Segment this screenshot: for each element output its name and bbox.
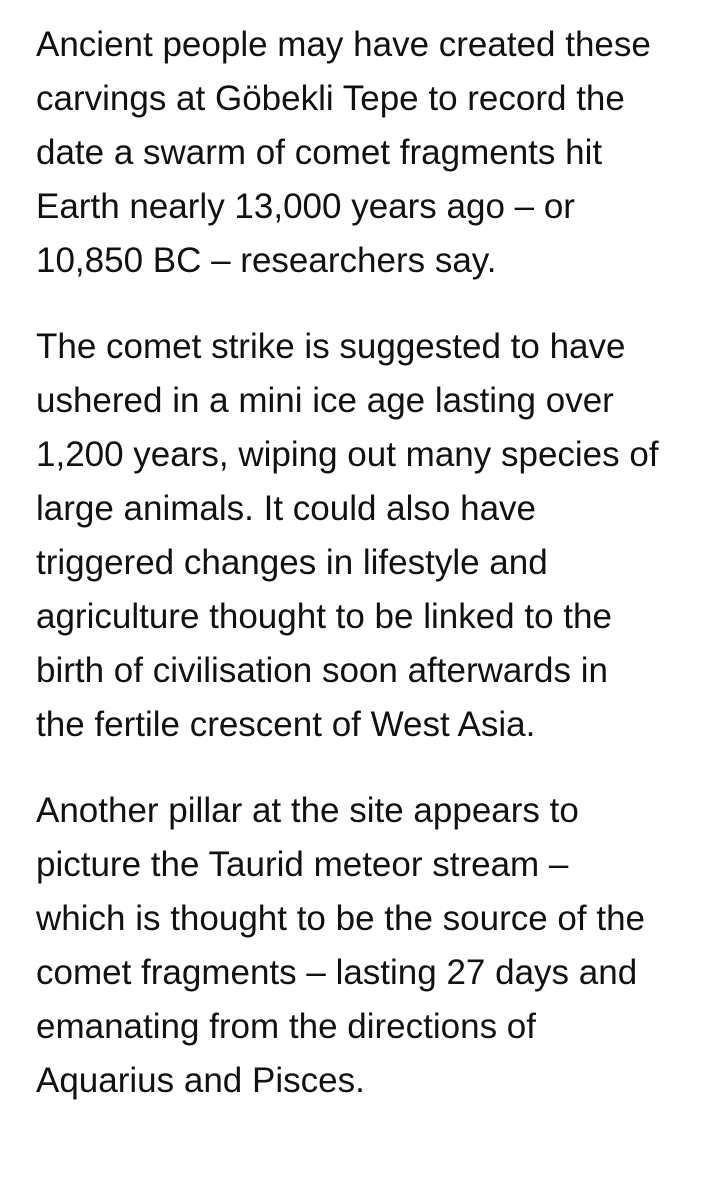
paragraph-line: triggered changes in lifestyle and xyxy=(36,543,548,582)
paragraph-line: ushered in a mini ice age lasting over xyxy=(36,381,614,420)
paragraph-line: 10,850 BC – researchers say. xyxy=(36,241,497,280)
paragraph-line: Ancient people may have created these xyxy=(36,25,651,64)
paragraph-line: the fertile crescent of West Asia. xyxy=(36,705,536,744)
paragraph-line: emanating from the directions of xyxy=(36,1007,536,1046)
paragraph-line: agriculture thought to be linked to the xyxy=(36,597,612,636)
paragraph-line: large animals. It could also have xyxy=(36,489,536,528)
paragraph-line: date a swarm of comet fragments hit xyxy=(36,133,603,172)
paragraph-ice-age: The comet strike is suggested to have us… xyxy=(36,320,706,752)
article-body: Ancient people may have created these ca… xyxy=(36,18,706,1140)
paragraph-line: 1,200 years, wiping out many species of xyxy=(36,435,659,474)
paragraph-line: which is thought to be the source of the xyxy=(36,899,645,938)
paragraph-comet-carvings: Ancient people may have created these ca… xyxy=(36,18,706,288)
paragraph-line: picture the Taurid meteor stream – xyxy=(36,845,569,884)
paragraph-line: comet fragments – lasting 27 days and xyxy=(36,953,638,992)
paragraph-line: Aquarius and Pisces. xyxy=(36,1061,365,1100)
paragraph-line: birth of civilisation soon afterwards in xyxy=(36,651,608,690)
paragraph-line: Earth nearly 13,000 years ago – or xyxy=(36,187,575,226)
paragraph-line: The comet strike is suggested to have xyxy=(36,327,626,366)
paragraph-line: Another pillar at the site appears to xyxy=(36,791,579,830)
paragraph-line: carvings at Göbekli Tepe to record the xyxy=(36,79,625,118)
paragraph-taurid-stream: Another pillar at the site appears to pi… xyxy=(36,784,706,1108)
